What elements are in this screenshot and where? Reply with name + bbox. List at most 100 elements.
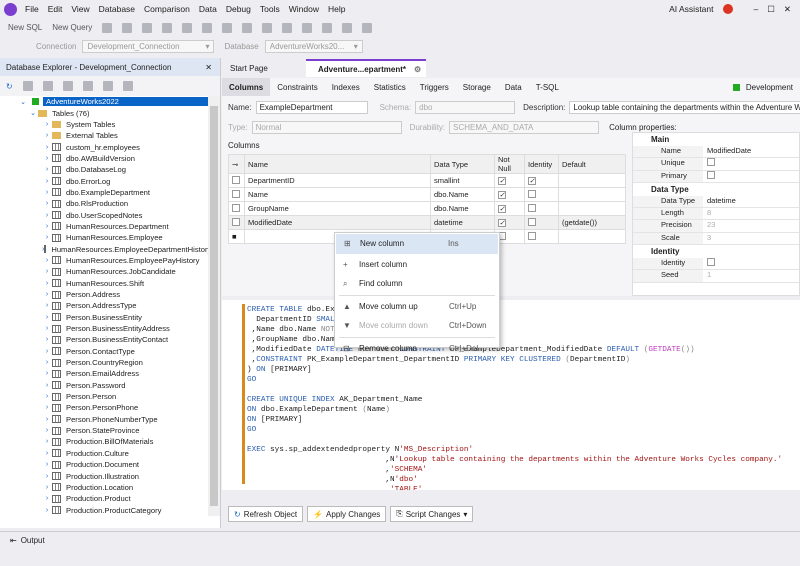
new-sql-button[interactable]: New SQL <box>8 23 42 32</box>
save-icon[interactable] <box>142 22 153 33</box>
tree-item[interactable]: › HumanResources.EmployeeDepartmentHistor… <box>0 243 208 254</box>
menu-help[interactable]: Help <box>328 4 345 14</box>
not-null-checkbox[interactable]: ✓ <box>498 177 506 185</box>
cell-name[interactable]: Name <box>244 187 431 202</box>
tree-item[interactable]: › Person.BusinessEntityAddress <box>0 323 208 334</box>
duplicate-icon[interactable] <box>42 81 53 91</box>
tab-example-department[interactable]: Adventure...epartment* ⚙ <box>306 59 426 77</box>
cell-default[interactable] <box>558 201 626 216</box>
group-main[interactable]: Main <box>633 133 799 146</box>
notification-icon[interactable] <box>722 4 733 14</box>
maximize-button[interactable]: ☐ <box>767 4 775 15</box>
menu-window[interactable]: Window <box>289 4 319 14</box>
filter-icon[interactable] <box>122 81 133 91</box>
not-null-checkbox[interactable]: ✓ <box>498 191 506 199</box>
cell-name[interactable]: ModifiedDate <box>244 215 431 230</box>
tree-item[interactable]: › System Tables <box>0 119 208 130</box>
group-identity[interactable]: Identity <box>633 245 799 258</box>
group-data-type[interactable]: Data Type <box>633 183 799 196</box>
header-default[interactable]: Default <box>558 154 626 174</box>
row-select-checkbox[interactable] <box>232 175 240 184</box>
cell-name[interactable]: GroupName <box>244 201 431 216</box>
tree-item[interactable]: › Person.ContactType <box>0 346 208 357</box>
tree-item[interactable]: › Production.Document <box>0 459 208 470</box>
tree-item[interactable]: › Person.EmailAddress <box>0 368 208 379</box>
tree-item[interactable]: › Person.BusinessEntity <box>0 312 208 323</box>
prop-length-value[interactable]: 8 <box>703 208 799 221</box>
cell-type[interactable]: dbo.Name <box>430 201 495 216</box>
prop-scale-value[interactable]: 3 <box>703 233 799 246</box>
tree-item[interactable]: › Person.PhoneNumberType <box>0 414 208 425</box>
tab-start-page[interactable]: Start Page <box>222 59 306 77</box>
tree-item[interactable]: › dbo.UserScopedNotes <box>0 209 208 220</box>
subtab-constraints[interactable]: Constraints <box>270 78 324 96</box>
database-select[interactable]: AdventureWorks20... ▾ <box>264 40 363 53</box>
tree-item[interactable]: › Person.Password <box>0 380 208 391</box>
tree-item[interactable]: › HumanResources.Shift <box>0 278 208 289</box>
apply-changes-button[interactable]: ⚡ Apply Changes <box>307 506 387 522</box>
tree-item[interactable]: › HumanResources.Employee <box>0 232 208 243</box>
header-data-type[interactable]: Data Type <box>430 154 495 174</box>
cell-name[interactable]: DepartmentID <box>244 173 431 188</box>
tree-item[interactable]: › dbo.DatabaseLog <box>0 164 208 175</box>
identity-checkbox[interactable] <box>528 189 536 198</box>
outdent-icon[interactable] <box>322 22 333 33</box>
menu-item-move-column-down[interactable]: ▼ Move column down Ctrl+Down <box>335 316 499 336</box>
cell-type[interactable]: dbo.Name <box>430 187 495 202</box>
tree-item[interactable]: › dbo.ExampleDepartment <box>0 187 208 198</box>
tree-item[interactable]: › External Tables <box>0 130 208 141</box>
subtab-t-sql[interactable]: T-SQL <box>529 78 566 96</box>
tree-item[interactable]: › Person.AddressType <box>0 300 208 311</box>
header-not-null[interactable]: Not Null <box>494 154 525 174</box>
tree-item[interactable]: › dbo.AWBuildVersion <box>0 153 208 164</box>
tree-item[interactable]: › Person.Person <box>0 391 208 402</box>
cell-type[interactable]: datetime <box>430 215 495 230</box>
type-select[interactable]: Normal <box>251 121 402 134</box>
sql-preview[interactable]: CREATE TABLE dbo.ExampleDepartment ( Dep… <box>222 300 800 490</box>
close-panel-icon[interactable]: ✕ <box>205 63 212 72</box>
identity-checkbox[interactable] <box>528 203 536 212</box>
ai-assistant-button[interactable]: AI Assistant <box>669 4 713 14</box>
durability-select[interactable]: SCHEMA_AND_DATA <box>449 121 600 134</box>
tree-item[interactable]: › Person.StateProvince <box>0 425 208 436</box>
tree-item[interactable]: › dbo.ErrorLog <box>0 175 208 186</box>
menu-item-remove-column[interactable]: ⊟ Remove column Ctrl+Del <box>335 339 499 359</box>
column-row[interactable]: GroupName dbo.Name ✓ <box>228 201 626 216</box>
not-null-checkbox[interactable]: ✓ <box>498 219 506 227</box>
paste-icon[interactable] <box>222 22 233 33</box>
prop-precision-value[interactable]: 23 <box>703 220 799 233</box>
format-icon[interactable] <box>282 22 293 33</box>
header-identity[interactable]: Identity <box>524 154 559 174</box>
menu-item-move-column-up[interactable]: ▲ Move column up Ctrl+Up <box>335 297 499 317</box>
cell-default[interactable]: (getdate()) <box>558 215 626 230</box>
undo-icon[interactable] <box>242 22 253 33</box>
tree-tables-folder[interactable]: ⌄ Tables (76) <box>0 107 208 118</box>
save-all-icon[interactable] <box>162 22 173 33</box>
menu-item-insert-column[interactable]: + Insert column <box>335 255 499 275</box>
tree-item[interactable]: › Person.CountryRegion <box>0 357 208 368</box>
bookmark-icon[interactable] <box>362 22 373 33</box>
tree-item[interactable]: › Person.BusinessEntityContact <box>0 334 208 345</box>
explorer-scrollbar[interactable] <box>208 96 220 516</box>
copy-icon[interactable] <box>202 22 213 33</box>
tree-item[interactable]: › Production.Culture <box>0 448 208 459</box>
tree-item[interactable]: › Person.Address <box>0 289 208 300</box>
subtab-columns[interactable]: Columns <box>222 78 271 96</box>
column-row[interactable]: DepartmentID smallint ✓ ✓ <box>228 173 626 188</box>
menu-comparison[interactable]: Comparison <box>144 4 190 14</box>
prop-identity-checkbox[interactable] <box>703 258 799 271</box>
tree-item[interactable]: › HumanResources.EmployeePayHistory <box>0 255 208 266</box>
schema-select[interactable]: dbo <box>415 101 516 114</box>
subtab-storage[interactable]: Storage <box>456 78 498 96</box>
prop-name-value[interactable]: ModifiedDate <box>703 146 799 159</box>
prop-data-type-value[interactable]: datetime <box>703 196 799 209</box>
menu-data[interactable]: Data <box>199 4 217 14</box>
cell-type[interactable]: smallint <box>430 173 495 188</box>
output-tab[interactable]: Output <box>21 536 45 545</box>
close-tab-icon[interactable]: ⚙ <box>414 65 421 74</box>
comment-icon[interactable] <box>342 22 353 33</box>
tree-item[interactable]: › Person.PersonPhone <box>0 402 208 413</box>
prop-seed-value[interactable]: 1 <box>703 270 799 283</box>
menu-database[interactable]: Database <box>99 4 135 14</box>
tree-item[interactable]: › Production.ProductCategory <box>0 504 208 515</box>
